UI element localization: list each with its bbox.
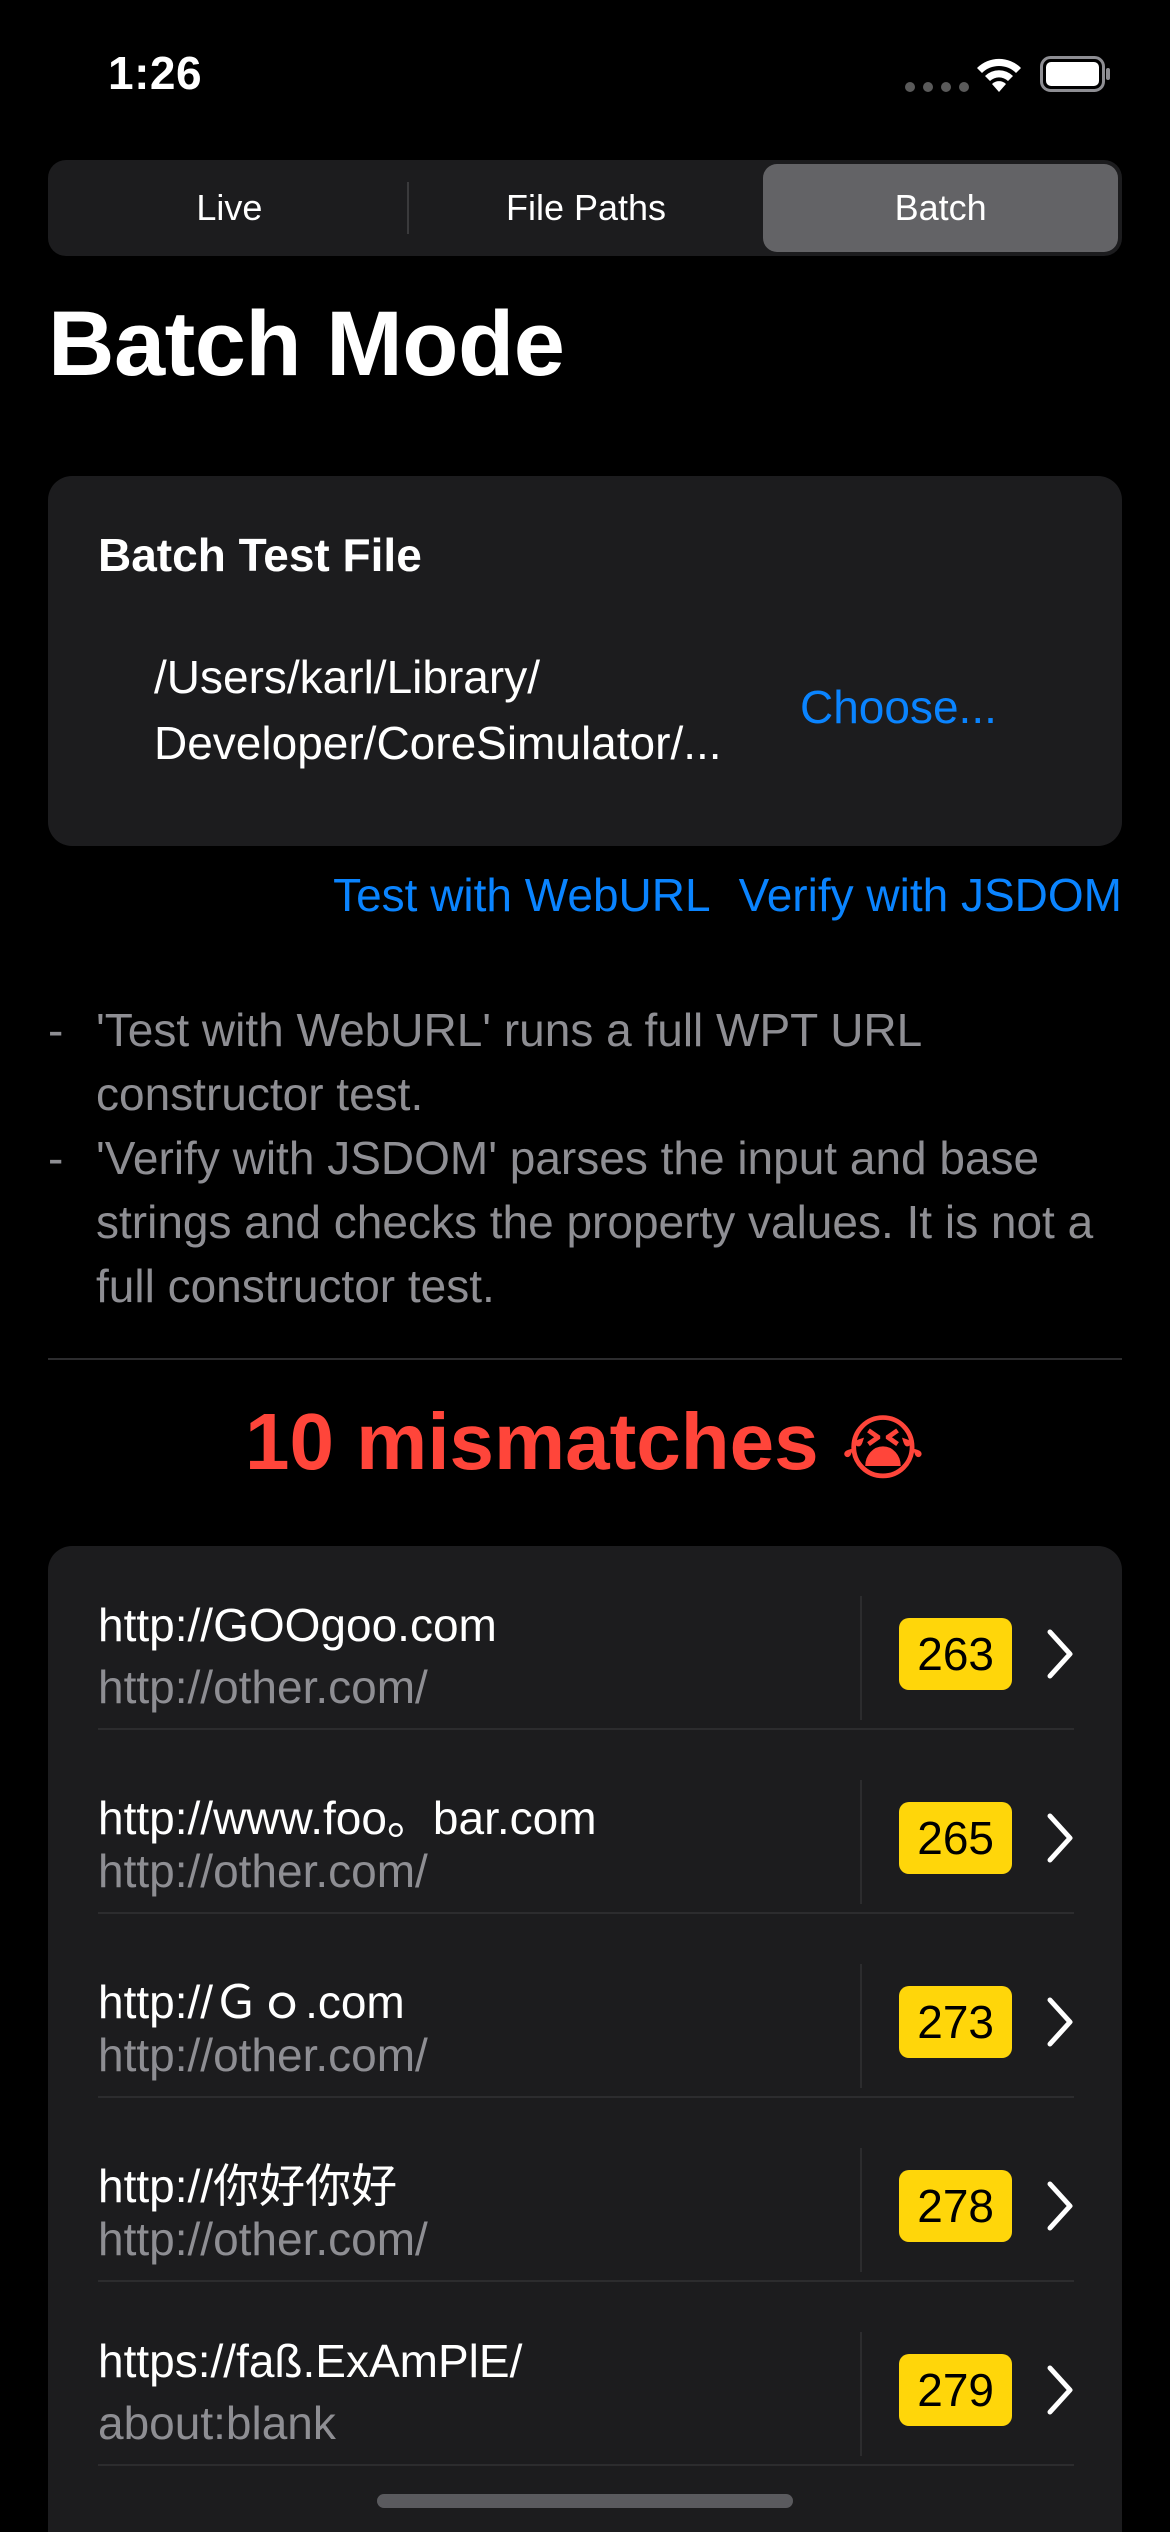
row-divider (860, 2332, 862, 2456)
chevron-right-icon (1047, 1629, 1073, 1679)
chevron-right-icon (1047, 1997, 1073, 2047)
note-item: - 'Verify with JSDOM' parses the input a… (48, 1126, 1122, 1318)
row-input-url: http://你好你好 (98, 2160, 398, 2212)
mismatch-list: http://GOOgoo.com http://other.com/ 263 … (48, 1546, 1122, 2532)
row-separator (98, 2464, 1074, 2466)
line-number-badge: 265 (899, 1802, 1012, 1874)
notes-list: - 'Test with WebURL' runs a full WPT URL… (48, 998, 1122, 1318)
row-divider (860, 2148, 862, 2272)
battery-icon (1040, 56, 1110, 92)
mismatch-count-text: 10 mismatches (244, 1397, 819, 1486)
row-divider (860, 1964, 862, 2088)
list-item[interactable]: http://GOOgoo.com http://other.com/ 263 (48, 1546, 1122, 1730)
mismatch-summary: 10 mismatches 😭 (0, 1396, 1170, 1490)
status-bar: 1:26 (0, 0, 1170, 150)
row-input-url: http://www.foo。bar.com (98, 1792, 597, 1844)
bullet-dash: - (48, 1004, 64, 1056)
cellular-signal-icon (905, 82, 969, 92)
row-input-url: http://Ｇｏ.com (98, 1976, 405, 2028)
row-input-url: https://faß.ExAmPlE/ (98, 2335, 523, 2387)
list-item[interactable]: https://faß.ExAmPlE/ about:blank 279 (48, 2282, 1122, 2466)
row-base-url: http://other.com/ (98, 1661, 428, 1713)
batch-file-card-title: Batch Test File (98, 529, 422, 581)
crying-face-icon: 😭 (840, 1408, 926, 1489)
chevron-right-icon (1047, 2181, 1073, 2231)
batch-file-card: Batch Test File /Users/karl/Library/ Dev… (48, 476, 1122, 846)
row-base-url: about:blank (98, 2397, 336, 2449)
row-input-url: http://GOOgoo.com (98, 1599, 497, 1651)
mode-segmented-control: Live File Paths Batch (48, 160, 1122, 256)
line-number-badge: 273 (899, 1986, 1012, 2058)
line-number-badge: 278 (899, 2170, 1012, 2242)
chevron-right-icon (1047, 1813, 1073, 1863)
note-text: 'Test with WebURL' runs a full WPT URL c… (96, 1004, 921, 1120)
note-item: - 'Test with WebURL' runs a full WPT URL… (48, 998, 1122, 1126)
choose-file-button[interactable]: Choose... (800, 680, 997, 734)
row-base-url: http://other.com/ (98, 1845, 428, 1897)
row-base-url: http://other.com/ (98, 2029, 428, 2081)
status-time: 1:26 (108, 47, 203, 99)
tab-batch[interactable]: Batch (763, 164, 1119, 252)
tab-file-paths[interactable]: File Paths (409, 164, 764, 252)
file-path-label: /Users/karl/Library/ Developer/CoreSimul… (154, 651, 722, 769)
line-number-badge: 279 (899, 2354, 1012, 2426)
list-item[interactable]: http://www.foo。bar.com http://other.com/… (48, 1730, 1122, 1914)
bullet-dash: - (48, 1132, 64, 1184)
line-number-badge: 263 (899, 1618, 1012, 1690)
list-item[interactable]: http://Ｇｏ.com http://other.com/ 273 (48, 1914, 1122, 2098)
note-text: 'Verify with JSDOM' parses the input and… (96, 1132, 1094, 1312)
home-indicator[interactable] (377, 2494, 793, 2508)
action-row: Test with WebURL Verify with JSDOM (333, 868, 1122, 922)
list-item[interactable]: http://你好你好 http://other.com/ 278 (48, 2098, 1122, 2282)
row-divider (860, 1596, 862, 1720)
test-with-weburl-button[interactable]: Test with WebURL (333, 868, 711, 922)
page-title: Batch Mode (48, 293, 565, 395)
section-divider (48, 1358, 1122, 1360)
tab-live[interactable]: Live (52, 164, 407, 252)
verify-with-jsdom-button[interactable]: Verify with JSDOM (739, 868, 1122, 922)
row-base-url: http://other.com/ (98, 2213, 428, 2265)
wifi-icon (977, 58, 1021, 92)
row-divider (860, 1780, 862, 1904)
chevron-right-icon (1047, 2365, 1073, 2415)
